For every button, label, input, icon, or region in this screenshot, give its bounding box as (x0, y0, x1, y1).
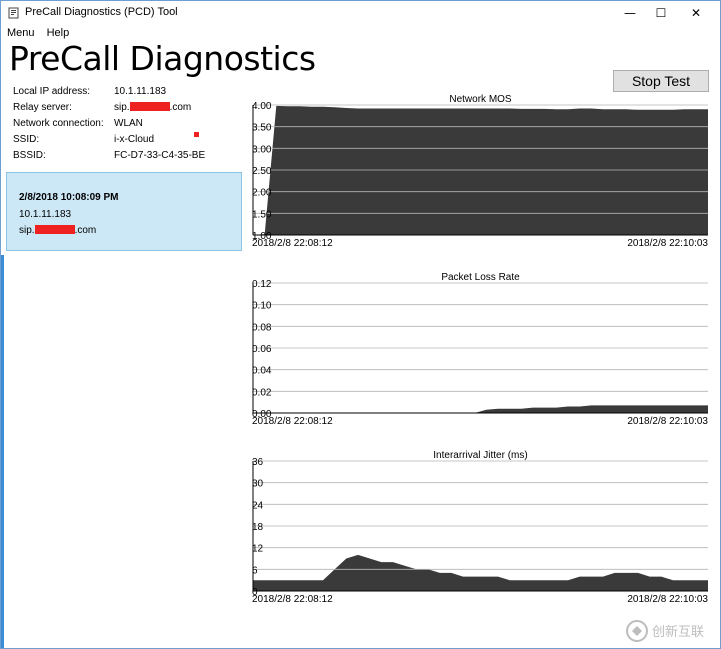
x-end-label: 2018/2/8 22:10:03 (627, 594, 708, 605)
y-tick-label: 0.06 (252, 344, 272, 355)
session-server-suffix: .com (74, 225, 97, 236)
x-end-label: 2018/2/8 22:10:03 (627, 238, 708, 249)
menu-bar: Menu Help (7, 27, 78, 39)
chart-title: Network MOS (449, 94, 512, 105)
info-value: FC-D7-33-C4-35-BE (114, 150, 206, 161)
y-tick-label: 0.02 (252, 387, 272, 398)
chart-svg: Interarrival Jitter (ms)3630241812602018… (252, 450, 708, 605)
y-tick-label: 18 (252, 522, 264, 533)
redaction-mark (34, 225, 75, 234)
redaction-mark (194, 132, 199, 137)
y-tick-label: 0.08 (252, 322, 272, 333)
relay-prefix: sip. (114, 102, 130, 113)
app-icon (8, 7, 19, 19)
info-label: BSSID: (13, 150, 46, 161)
session-server: sip. .com (19, 225, 96, 236)
y-tick-label: 24 (252, 500, 264, 511)
y-tick-label: 2.00 (252, 188, 272, 199)
x-start-label: 2018/2/8 22:08:12 (252, 594, 333, 605)
info-label: Local IP address: (13, 86, 91, 97)
y-tick-label: 30 (252, 479, 264, 490)
info-label: SSID: (13, 134, 40, 145)
window-title: PreCall Diagnostics (PCD) Tool (25, 6, 178, 18)
interarrival-jitter-chart: Interarrival Jitter (ms) 36 30 24 18 12 6 0 2018… (249, 447, 709, 612)
info-label: Relay server: (13, 102, 72, 113)
info-value: 10.1.11.183 (114, 86, 167, 97)
x-end-label: 2018/2/8 22:10:03 (627, 416, 708, 427)
chart-area-series (253, 405, 708, 413)
x-start-label: 2018/2/8 22:08:12 (252, 238, 333, 249)
session-list-item[interactable]: 2/8/2018 10:08:09 PM 10.1.11.183 sip. .co… (6, 172, 242, 251)
y-tick-label: 12 (252, 544, 264, 555)
y-tick-label: 3.50 (252, 123, 272, 134)
watermark-logo: 创新互联 (626, 620, 704, 642)
info-value: sip. .com (114, 102, 191, 113)
chart-area-series (253, 554, 708, 591)
y-tick-label: 3.00 (252, 144, 272, 155)
watermark-brand: 创新互联 (652, 624, 704, 640)
chart-area-series (253, 105, 708, 236)
info-value: WLAN (114, 118, 143, 129)
y-tick-label: 0.10 (252, 301, 272, 312)
info-value: i-x-Cloud (114, 134, 155, 145)
session-timestamp: 2/8/2018 10:08:09 PM (19, 192, 119, 203)
session-ip: 10.1.11.183 (19, 209, 72, 220)
y-tick-label: 4.00 (252, 101, 272, 112)
x-start-label: 2018/2/8 22:08:12 (252, 416, 333, 427)
packet-loss-rate-chart: Packet Loss Rate 0.12 0.10 0.08 0.06 0.04 0.02… (249, 269, 709, 434)
left-border-accent (1, 255, 4, 648)
menu-item-menu[interactable]: Menu (7, 27, 35, 39)
network-mos-chart: Network MOS 4.00 3.50 3.00 2.50 2.00 1.50 1.00 2… (249, 91, 709, 256)
stop-test-button[interactable]: Stop Test (613, 70, 709, 92)
minimize-icon: — (624, 6, 636, 20)
menu-item-help[interactable]: Help (47, 27, 70, 39)
y-tick-label: 0.04 (252, 366, 272, 377)
chart-svg: Network MOS4.003.503.002.502.001.501.002… (252, 94, 708, 249)
y-tick-label: 2.50 (252, 166, 272, 177)
redaction-mark (129, 102, 170, 111)
maximize-icon: ☐ (655, 6, 667, 20)
chart-title: Packet Loss Rate (441, 272, 520, 283)
y-tick-label: 1.50 (252, 209, 272, 220)
y-tick-label: 36 (252, 457, 264, 468)
title-bar[interactable]: PreCall Diagnostics (PCD) Tool — ☐ ✕ (1, 1, 720, 25)
y-tick-label: 0.12 (252, 279, 272, 290)
session-server-prefix: sip. (19, 225, 35, 236)
close-button[interactable]: ✕ (678, 1, 714, 25)
page-title: PreCall Diagnostics (9, 39, 316, 78)
info-label: Network connection: (13, 118, 104, 129)
chart-title: Interarrival Jitter (ms) (433, 450, 527, 461)
chart-svg: Packet Loss Rate 0.12 0.10 0.08 0.06 0.04 0.02… (252, 272, 708, 427)
app-window: PreCall Diagnostics (PCD) Tool — ☐ ✕ Men… (0, 0, 721, 649)
maximize-button[interactable]: ☐ (643, 1, 679, 25)
close-icon: ✕ (690, 6, 702, 20)
relay-suffix: .com (169, 102, 192, 113)
